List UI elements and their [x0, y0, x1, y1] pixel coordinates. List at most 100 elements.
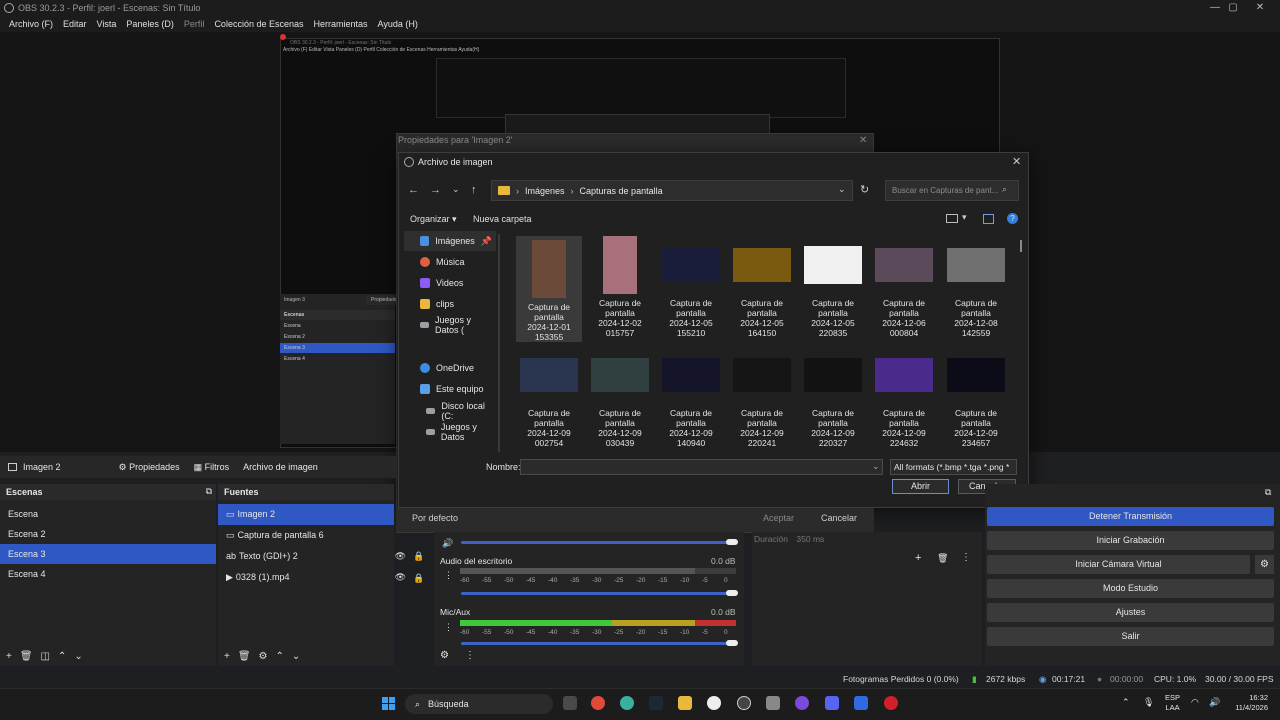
filename-dropdown-icon[interactable]: ⌄	[872, 461, 880, 472]
obs-taskbar-icon[interactable]	[737, 696, 751, 710]
organize-button[interactable]: Organizar ▾	[410, 214, 457, 225]
stop-stream-button[interactable]: Detener Transmisión	[987, 507, 1274, 526]
menu-vista[interactable]: Vista	[92, 19, 122, 29]
source-item[interactable]: ▶ 0328 (1).mp4 👁	[218, 567, 406, 588]
breadcrumb-capturas[interactable]: Capturas de pantalla	[580, 186, 663, 196]
move-down-icon[interactable]: ⌄	[74, 651, 82, 662]
menu-dots-icon[interactable]: ⋮	[444, 570, 453, 581]
task-view-icon[interactable]	[563, 696, 577, 710]
defaults-button[interactable]: Por defecto	[412, 513, 458, 523]
lock-icon[interactable]: 🔒	[413, 573, 424, 584]
browser-icon[interactable]	[620, 696, 634, 710]
wifi-icon[interactable]: ◠	[1191, 697, 1199, 708]
add-icon[interactable]: +	[224, 651, 230, 662]
nav-juegos-datos-2[interactable]: Juegos y Datos	[404, 422, 496, 442]
steam-icon[interactable]	[649, 696, 663, 710]
trash-icon[interactable]: 🗑	[937, 553, 948, 564]
slider-knob[interactable]	[726, 590, 738, 596]
scene-item[interactable]: Escena 2	[0, 524, 216, 544]
volume-slider[interactable]	[461, 539, 738, 545]
settings-icon[interactable]	[766, 696, 780, 710]
undock-icon[interactable]: ⧉	[206, 486, 212, 497]
properties-button[interactable]: ⚙ Propiedades	[119, 462, 180, 473]
back-arrow-icon[interactable]: ←	[408, 184, 419, 196]
discord-icon[interactable]	[825, 696, 839, 710]
file-thumbnail[interactable]: Captura de pantalla 2024-12-06 000804	[871, 236, 937, 338]
start-recording-button[interactable]: Iniciar Grabación	[987, 531, 1274, 550]
nav-videos[interactable]: Videos	[404, 273, 496, 293]
settings-button[interactable]: Ajustes	[987, 603, 1274, 622]
add-icon[interactable]: +	[915, 552, 921, 564]
move-up-icon[interactable]: ⌃	[276, 651, 284, 662]
start-virtual-cam-button[interactable]: Iniciar Cámara Virtual	[987, 555, 1250, 574]
view-dropdown-icon[interactable]: ▾	[962, 212, 967, 223]
trash-icon[interactable]: 🗑	[20, 651, 33, 662]
file-thumbnail[interactable]: Captura de pantalla 2024-12-09 220241	[729, 346, 795, 448]
menu-dots-icon[interactable]: ⋮	[465, 650, 475, 661]
scene-item[interactable]: Escena 3	[0, 544, 216, 564]
view-icon[interactable]	[946, 214, 958, 223]
file-thumbnail[interactable]: Captura de pantalla 2024-12-01 153355	[516, 236, 582, 342]
breadcrumb-imagenes[interactable]: Imágenes	[525, 186, 565, 196]
nav-musica[interactable]: Música	[404, 252, 496, 272]
taskbar-search[interactable]: ⌕ Búsqueda	[405, 694, 553, 714]
menu-dots-icon[interactable]: ⋮	[444, 622, 453, 633]
address-dropdown-icon[interactable]: ⌄	[838, 184, 846, 195]
nav-disco-local[interactable]: Disco local (C:	[404, 401, 496, 421]
recent-dropdown-icon[interactable]: ⌄	[452, 184, 460, 195]
file-thumbnail[interactable]: Captura de pantalla 2024-12-08 142559	[943, 236, 1009, 338]
undock-icon[interactable]: ⧉	[1265, 487, 1271, 498]
file-thumbnail[interactable]: Captura de pantalla 2024-12-05 164150	[729, 236, 795, 338]
file-thumbnail[interactable]: Captura de pantalla 2024-12-05 155210	[658, 236, 724, 338]
source-item[interactable]: ▭ Imagen 2	[218, 504, 394, 525]
maximize-button[interactable]: ▢	[1218, 0, 1248, 16]
help-icon[interactable]: ?	[1007, 213, 1018, 224]
gear-icon[interactable]: ⚙	[1255, 555, 1274, 574]
menu-coleccion[interactable]: Colección de Escenas	[209, 19, 308, 29]
menu-perfil[interactable]: Perfil	[179, 19, 210, 29]
gear-icon[interactable]: ⚙	[259, 651, 268, 662]
menu-dots-icon[interactable]: ⋮	[961, 552, 971, 563]
menu-paneles[interactable]: Paneles (D)	[121, 19, 179, 29]
language-indicator[interactable]: ESP LAA	[1165, 693, 1180, 713]
file-type-filter[interactable]: All formats (*.bmp *.tga *.png *	[890, 459, 1017, 475]
nav-imagenes[interactable]: Imágenes 📌	[404, 231, 496, 251]
preview-pane-icon[interactable]	[983, 214, 994, 224]
props-cancel-button[interactable]: Cancelar	[821, 513, 857, 523]
nav-este-equipo[interactable]: Este equipo	[404, 379, 496, 399]
file-thumbnail[interactable]: Captura de pantalla 2024-12-09 234657	[943, 346, 1009, 448]
open-button[interactable]: Abrir	[892, 479, 949, 494]
speaker-icon[interactable]: 🔊	[442, 538, 453, 549]
file-thumbnail[interactable]: Captura de pantalla 2024-12-09 030439	[587, 346, 653, 448]
menu-editar[interactable]: Editar	[58, 19, 92, 29]
app-icon[interactable]	[854, 696, 868, 710]
filter-icon[interactable]: ◫	[41, 651, 50, 662]
file-explorer-icon[interactable]	[678, 696, 692, 710]
source-item[interactable]: ab Texto (GDI+) 2 👁	[218, 546, 406, 567]
file-thumbnail[interactable]: Captura de pantalla 2024-12-09 220327	[800, 346, 866, 448]
address-bar[interactable]: › Imágenes › Capturas de pantalla	[491, 180, 853, 201]
nav-clips[interactable]: clips	[404, 294, 496, 314]
menu-herramientas[interactable]: Herramientas	[309, 19, 373, 29]
file-thumbnail[interactable]: Captura de pantalla 2024-12-09 002754	[516, 346, 582, 448]
tray-chevron-icon[interactable]: ⌃	[1122, 697, 1130, 708]
volume-slider[interactable]	[461, 590, 738, 596]
nav-juegos-datos[interactable]: Juegos y Datos (	[404, 315, 496, 335]
new-folder-button[interactable]: Nueva carpeta	[473, 214, 532, 224]
scene-item[interactable]: Escena	[0, 504, 216, 524]
slider-knob[interactable]	[726, 539, 738, 545]
menu-ayuda[interactable]: Ayuda (H)	[373, 19, 423, 29]
app-icon[interactable]	[795, 696, 809, 710]
move-down-icon[interactable]: ⌄	[292, 651, 300, 662]
gear-icon[interactable]: ⚙	[440, 650, 449, 661]
studio-mode-button[interactable]: Modo Estudio	[987, 579, 1274, 598]
chrome-icon[interactable]	[591, 696, 605, 710]
media-player-icon[interactable]	[707, 696, 721, 710]
scene-item[interactable]: Escena 4	[0, 564, 216, 584]
forward-arrow-icon[interactable]: →	[430, 184, 441, 196]
close-button[interactable]: ✕	[1245, 0, 1275, 16]
eye-icon[interactable]: 👁	[395, 567, 406, 588]
nav-scrollbar[interactable]	[498, 234, 500, 452]
lock-icon[interactable]: 🔒	[413, 551, 424, 562]
refresh-icon[interactable]: ↻	[860, 183, 869, 196]
